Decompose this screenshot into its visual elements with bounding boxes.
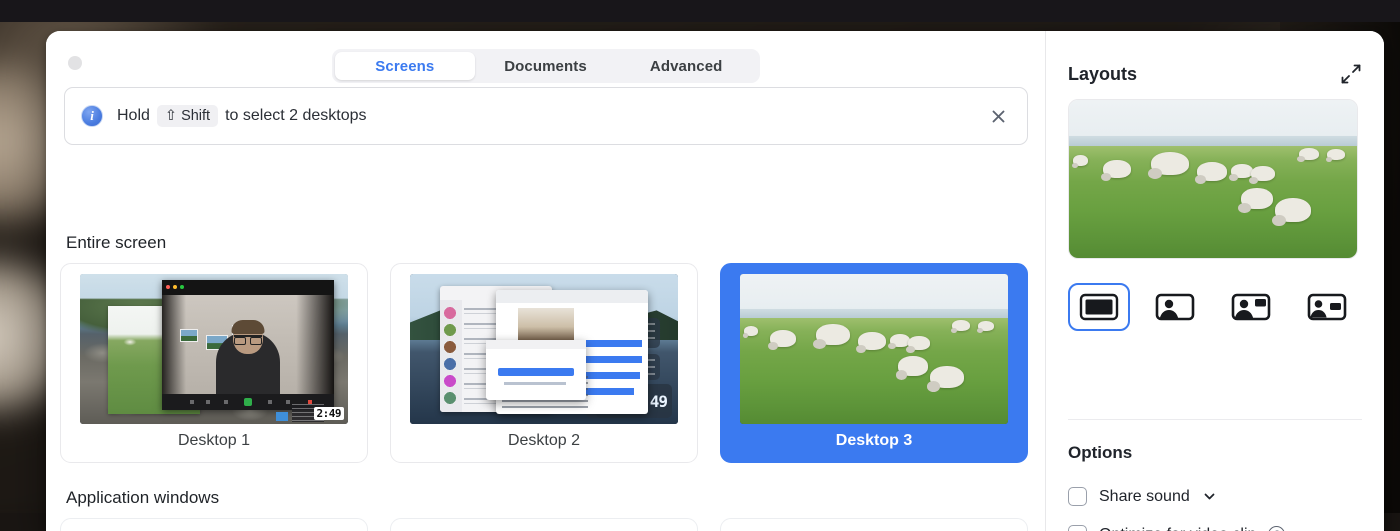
sheep bbox=[1231, 164, 1253, 178]
window-video-call bbox=[162, 280, 334, 410]
section-title-entire-screen: Entire screen bbox=[66, 233, 166, 253]
screen-card-desktop-3[interactable]: Desktop 3 bbox=[720, 263, 1028, 463]
thumbnail-desktop-3 bbox=[740, 274, 1008, 424]
screen-card-desktop-2[interactable]: 2:49 bbox=[390, 263, 698, 463]
sheep bbox=[952, 320, 970, 331]
sheep bbox=[770, 330, 796, 347]
window-modal-dialog bbox=[486, 340, 586, 400]
optimize-video-label: Optimize for video clip bbox=[1099, 526, 1256, 531]
left-pane: Screens Documents Advanced i Hold ⇧ Shif… bbox=[46, 31, 1046, 531]
tab-documents[interactable]: Documents bbox=[475, 52, 616, 80]
app-window-card[interactable] bbox=[720, 518, 1028, 531]
panel-title-layouts: Layouts bbox=[1068, 64, 1137, 85]
tab-screens[interactable]: Screens bbox=[335, 52, 476, 80]
chat-image-attachment bbox=[518, 308, 574, 342]
banner-text-after: to select 2 desktops bbox=[225, 107, 366, 125]
optimize-video-checkbox[interactable] bbox=[1068, 525, 1087, 531]
layout-preview-image bbox=[1069, 100, 1357, 258]
taskbar-icon bbox=[276, 412, 288, 421]
chat-titlebar bbox=[496, 290, 648, 303]
call-person-glasses bbox=[234, 335, 262, 341]
thumbnail-desktop-1: 2:49 bbox=[80, 274, 348, 424]
tab-bar: Screens Documents Advanced bbox=[332, 49, 760, 83]
section-title-application-windows: Application windows bbox=[66, 488, 219, 508]
share-sound-checkbox[interactable] bbox=[1068, 487, 1087, 506]
panel-title-options: Options bbox=[1068, 443, 1132, 463]
expand-diagonal-icon[interactable] bbox=[1340, 63, 1362, 85]
call-titlebar bbox=[162, 280, 334, 295]
card-label-desktop-2: Desktop 2 bbox=[508, 432, 580, 450]
layout-side-by-side-icon bbox=[1307, 292, 1347, 322]
sheep bbox=[1241, 188, 1273, 209]
screen-card-desktop-1[interactable]: 2:49 Desktop 1 bbox=[60, 263, 368, 463]
shift-hint-banner: i Hold ⇧ Shift to select 2 desktops bbox=[64, 87, 1028, 145]
shift-glyph: ⇧ bbox=[165, 108, 177, 124]
messages-avatars bbox=[443, 306, 457, 412]
layout-screen-only-icon bbox=[1079, 292, 1119, 322]
layout-person-with-screen[interactable] bbox=[1220, 283, 1282, 331]
app-window-card[interactable] bbox=[390, 518, 698, 531]
info-icon: i bbox=[81, 105, 103, 127]
layout-screen-only[interactable] bbox=[1068, 283, 1130, 331]
sheep bbox=[1197, 162, 1227, 181]
sheep bbox=[1275, 198, 1311, 222]
sheep bbox=[1251, 166, 1275, 181]
layout-preview bbox=[1068, 99, 1358, 259]
sheep bbox=[1073, 155, 1088, 166]
option-share-sound[interactable]: Share sound bbox=[1068, 487, 1217, 506]
sheep bbox=[1151, 152, 1189, 175]
shift-label: Shift bbox=[181, 108, 210, 124]
card-label-desktop-1: Desktop 1 bbox=[178, 432, 250, 450]
call-person-hair bbox=[232, 320, 265, 334]
entire-screen-card-row: 2:49 Desktop 1 2:49 bbox=[60, 263, 1028, 463]
sheep bbox=[816, 324, 850, 345]
share-screen-dialog: Screens Documents Advanced i Hold ⇧ Shif… bbox=[46, 31, 1384, 531]
layout-person-with-screen-icon bbox=[1231, 292, 1271, 322]
chevron-down-icon[interactable] bbox=[1202, 489, 1217, 504]
sheep bbox=[898, 356, 928, 376]
wall-picture-left bbox=[180, 329, 198, 342]
option-optimize-video-clip[interactable]: Optimize for video clip ? bbox=[1068, 525, 1285, 531]
sheep bbox=[890, 334, 910, 347]
layout-large-person-icon bbox=[1155, 292, 1195, 322]
banner-text-before: Hold bbox=[117, 107, 150, 125]
sheep bbox=[1103, 160, 1131, 178]
modal-primary-button bbox=[498, 368, 574, 376]
sheep bbox=[1327, 149, 1345, 160]
share-sound-label: Share sound bbox=[1099, 488, 1190, 506]
chat-message-bubbles bbox=[582, 340, 644, 402]
close-window-button[interactable] bbox=[68, 56, 82, 70]
shift-key-badge: ⇧ Shift bbox=[157, 105, 218, 127]
help-icon[interactable]: ? bbox=[1268, 526, 1285, 531]
layout-large-person[interactable] bbox=[1144, 283, 1206, 331]
panel-divider bbox=[1068, 419, 1362, 420]
card-label-desktop-3: Desktop 3 bbox=[836, 432, 912, 450]
tab-advanced[interactable]: Advanced bbox=[616, 52, 757, 80]
layouts-header: Layouts bbox=[1068, 31, 1362, 85]
sheep bbox=[744, 326, 758, 336]
layouts-panel: Layouts bbox=[1046, 31, 1384, 531]
system-menu-bar bbox=[0, 0, 1400, 22]
modal-subtext bbox=[504, 382, 566, 385]
layout-side-by-side[interactable] bbox=[1296, 283, 1358, 331]
close-icon[interactable] bbox=[985, 103, 1011, 129]
application-windows-card-row bbox=[60, 518, 1028, 531]
layout-options-row bbox=[1068, 283, 1362, 331]
call-video-feed bbox=[162, 295, 334, 394]
thumbnail-desktop-2: 2:49 bbox=[410, 274, 678, 424]
dialog-titlebar: Screens Documents Advanced bbox=[46, 31, 1045, 93]
wallpaper-sheep bbox=[740, 274, 1008, 424]
sheep bbox=[978, 321, 994, 331]
thumb-clock-1: 2:49 bbox=[314, 407, 345, 420]
sheep bbox=[930, 366, 964, 388]
app-window-card[interactable] bbox=[60, 518, 368, 531]
sheep bbox=[908, 336, 930, 350]
sheep bbox=[858, 332, 886, 350]
sheep bbox=[1299, 148, 1319, 160]
banner-text: Hold ⇧ Shift to select 2 desktops bbox=[117, 105, 367, 127]
